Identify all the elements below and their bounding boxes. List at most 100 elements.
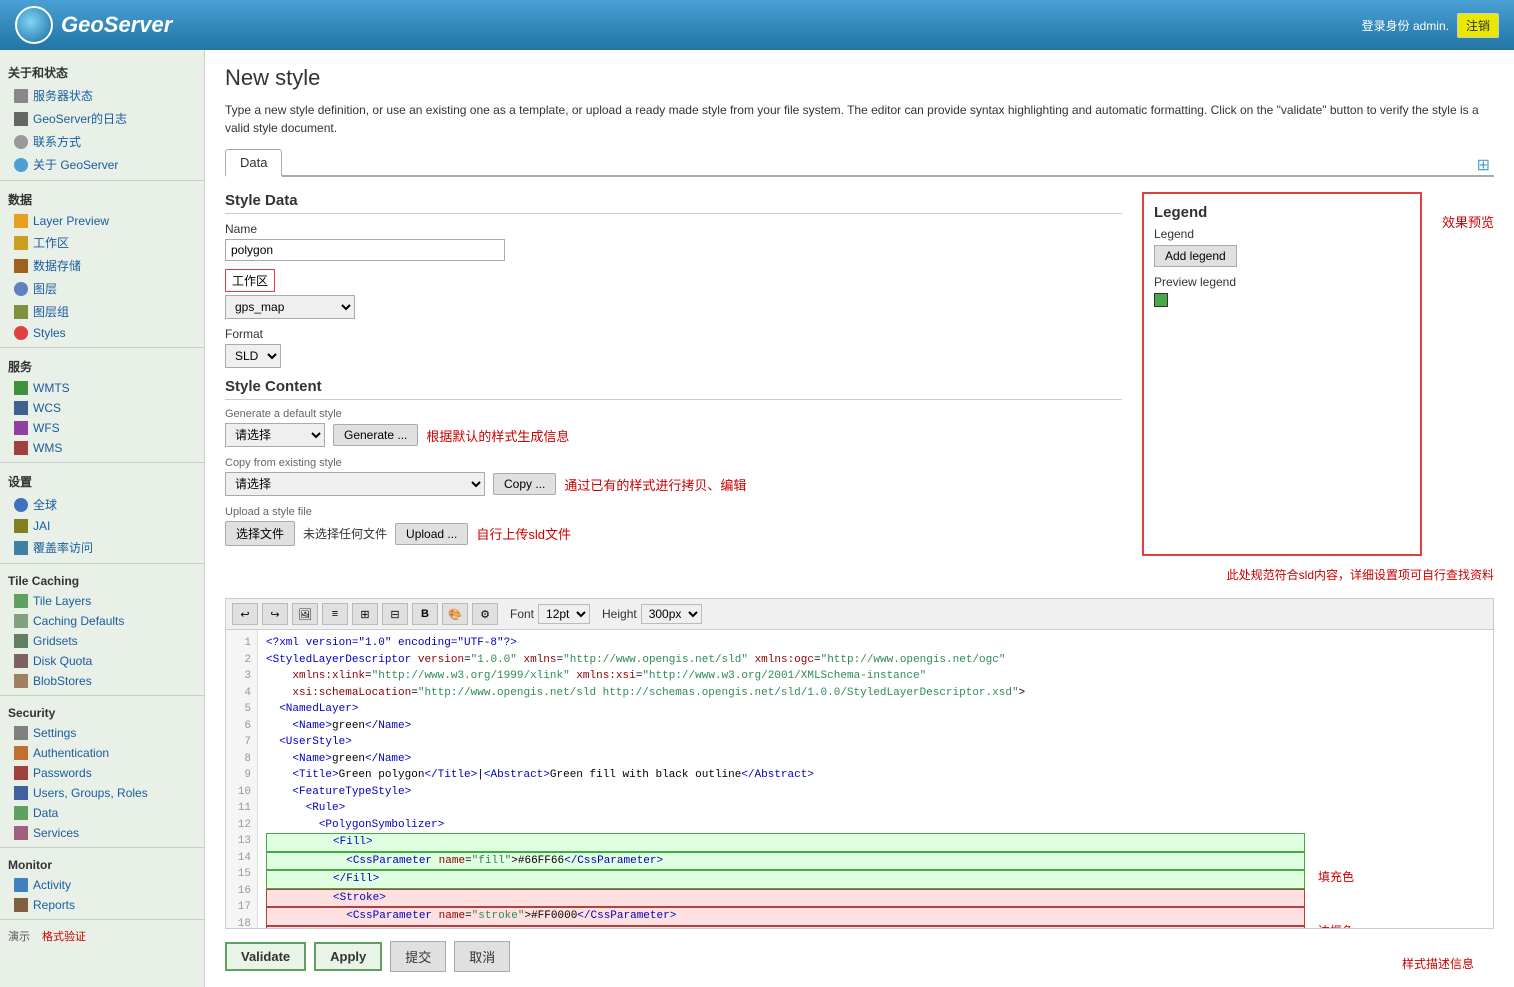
sidebar-item-wmts[interactable]: WMTS (0, 378, 204, 398)
submit-button[interactable]: 提交 (390, 941, 446, 972)
sidebar-item-reports[interactable]: Reports (0, 895, 204, 915)
sidebar-item-featuretype[interactable]: 图层 (0, 277, 204, 300)
sidebar-label: 服务器状态 (33, 87, 93, 104)
sidebar-item-workspace[interactable]: 工作区 (0, 231, 204, 254)
sidebar-item-data-security[interactable]: Data (0, 803, 204, 823)
sidebar-item-jai[interactable]: JAI (0, 516, 204, 536)
coverage-icon (14, 541, 28, 555)
format-button[interactable]: ⊟ (382, 603, 408, 625)
align-button[interactable]: ≡ (322, 603, 348, 625)
sidebar-label: Activity (33, 878, 71, 892)
sidebar-item-log[interactable]: GeoServer的日志 (0, 107, 204, 130)
sidebar-item-wcs[interactable]: WCS (0, 398, 204, 418)
sidebar-item-styles[interactable]: Styles (0, 323, 204, 343)
sidebar-item-passwords[interactable]: Passwords (0, 763, 204, 783)
services2-icon (14, 826, 28, 840)
sidebar-label: 关于 GeoServer (33, 156, 118, 173)
preview-legend-label: Preview legend (1154, 275, 1410, 289)
style-content-title: Style Content (225, 378, 1122, 400)
main-content: New style Type a new style definition, o… (205, 50, 1514, 987)
sidebar-item-gridsets[interactable]: Gridsets (0, 631, 204, 651)
log-icon (14, 112, 28, 126)
sidebar-item-activity[interactable]: Activity (0, 875, 204, 895)
bold-button[interactable]: B (412, 603, 438, 625)
sidebar: 关于和状态 服务器状态 GeoServer的日志 联系方式 关于 GeoServ… (0, 50, 205, 987)
tiledefault-icon (14, 614, 28, 628)
copy-select[interactable]: 请选择 (225, 472, 485, 496)
sidebar-item-diskquota[interactable]: Disk Quota (0, 651, 204, 671)
sidebar-item-store[interactable]: 数据存储 (0, 254, 204, 277)
sidebar-item-cachingdefaults[interactable]: Caching Defaults (0, 611, 204, 631)
sidebar-label: 工作区 (33, 234, 69, 251)
activity-icon (14, 878, 28, 892)
redo-button[interactable]: ↪ (262, 603, 288, 625)
sidebar-label: BlobStores (33, 674, 92, 688)
validate-button[interactable]: Validate (225, 942, 306, 971)
image-button[interactable]: 🖼 (292, 603, 318, 625)
logout-button[interactable]: 注销 (1457, 13, 1499, 38)
font-size-select[interactable]: 12pt (538, 604, 590, 624)
sidebar-item-layergroup[interactable]: 图层组 (0, 300, 204, 323)
sidebar-label: Settings (33, 726, 76, 740)
workspace-select[interactable]: gps_map (225, 295, 355, 319)
sidebar-item-contact[interactable]: 联系方式 (0, 130, 204, 153)
sidebar-item-tilelayers[interactable]: Tile Layers (0, 591, 204, 611)
divider (0, 180, 204, 181)
sidebar-label: 图层组 (33, 303, 69, 320)
show-label: 演示 (8, 928, 30, 944)
upload-filename: 未选择任何文件 (303, 525, 387, 542)
copy-sublabel: Copy from existing style (225, 457, 1122, 469)
logo[interactable]: GeoServer (15, 6, 172, 44)
undo-button[interactable]: ↩ (232, 603, 258, 625)
height-label: Height (602, 607, 637, 621)
copy-button[interactable]: Copy ... (493, 473, 556, 495)
format-select[interactable]: SLD (225, 344, 281, 368)
code-annotations: 填充色 边框色 样式描述信息 (1313, 630, 1493, 928)
sidebar-item-wms[interactable]: WMS (0, 438, 204, 458)
server-icon (14, 89, 28, 103)
logo-icon (15, 6, 53, 44)
editor-toolbar: ↩ ↪ 🖼 ≡ ⊞ ⊟ B 🎨 ⚙ Font 12pt (225, 598, 1494, 629)
generate-button[interactable]: Generate ... (333, 424, 418, 446)
format-label: Format (225, 327, 1122, 341)
generate-select[interactable]: 请选择 (225, 423, 325, 447)
sidebar-item-security-settings[interactable]: Settings (0, 723, 204, 743)
add-legend-button[interactable]: Add legend (1154, 245, 1237, 267)
tab-data[interactable]: Data (225, 149, 282, 177)
code-editor[interactable]: 12345 678910 1112131415 1617181920 21222… (225, 629, 1494, 929)
upload-note: 自行上传sld文件 (476, 524, 571, 543)
sidebar-label: Styles (33, 326, 66, 340)
section-data: 数据 (0, 185, 204, 211)
config-button[interactable]: ⚙ (472, 603, 498, 625)
table-button[interactable]: ⊞ (352, 603, 378, 625)
sidebar-item-services-security[interactable]: Services (0, 823, 204, 843)
header-right: 登录身份 admin. 注销 (1362, 13, 1499, 38)
sidebar-item-global[interactable]: 全球 (0, 493, 204, 516)
height-select[interactable]: 300px (641, 604, 702, 624)
cancel-button[interactable]: 取消 (454, 941, 510, 972)
wfs-icon (14, 421, 28, 435)
sidebar-item-wfs[interactable]: WFS (0, 418, 204, 438)
sidebar-item-about[interactable]: 关于 GeoServer (0, 153, 204, 176)
sidebar-item-users-groups-roles[interactable]: Users, Groups, Roles (0, 783, 204, 803)
name-input[interactable] (225, 239, 505, 261)
generate-row: 请选择 Generate ... 根据默认的样式生成信息 (225, 423, 1122, 447)
sidebar-label: Gridsets (33, 634, 78, 648)
sidebar-label: Passwords (33, 766, 92, 780)
featuretype-icon (14, 282, 28, 296)
code-content[interactable]: <?xml version="1.0" encoding="UTF-8"?> <… (258, 630, 1313, 928)
upload-button[interactable]: Upload ... (395, 523, 468, 545)
divider (0, 695, 204, 696)
choose-file-button[interactable]: 选择文件 (225, 521, 295, 546)
sidebar-item-authentication[interactable]: Authentication (0, 743, 204, 763)
sidebar-label: Reports (33, 898, 75, 912)
sidebar-label: 覆盖率访问 (33, 539, 93, 556)
sidebar-item-blobstores[interactable]: BlobStores (0, 671, 204, 691)
sidebar-item-server-status[interactable]: 服务器状态 (0, 84, 204, 107)
sidebar-item-layer-preview[interactable]: Layer Preview (0, 211, 204, 231)
color-button[interactable]: 🎨 (442, 603, 468, 625)
apply-button[interactable]: Apply (314, 942, 382, 971)
expand-icon[interactable]: ⊞ (1477, 157, 1490, 174)
sidebar-item-coverage[interactable]: 覆盖率访问 (0, 536, 204, 559)
sidebar-label: WMTS (33, 381, 70, 395)
